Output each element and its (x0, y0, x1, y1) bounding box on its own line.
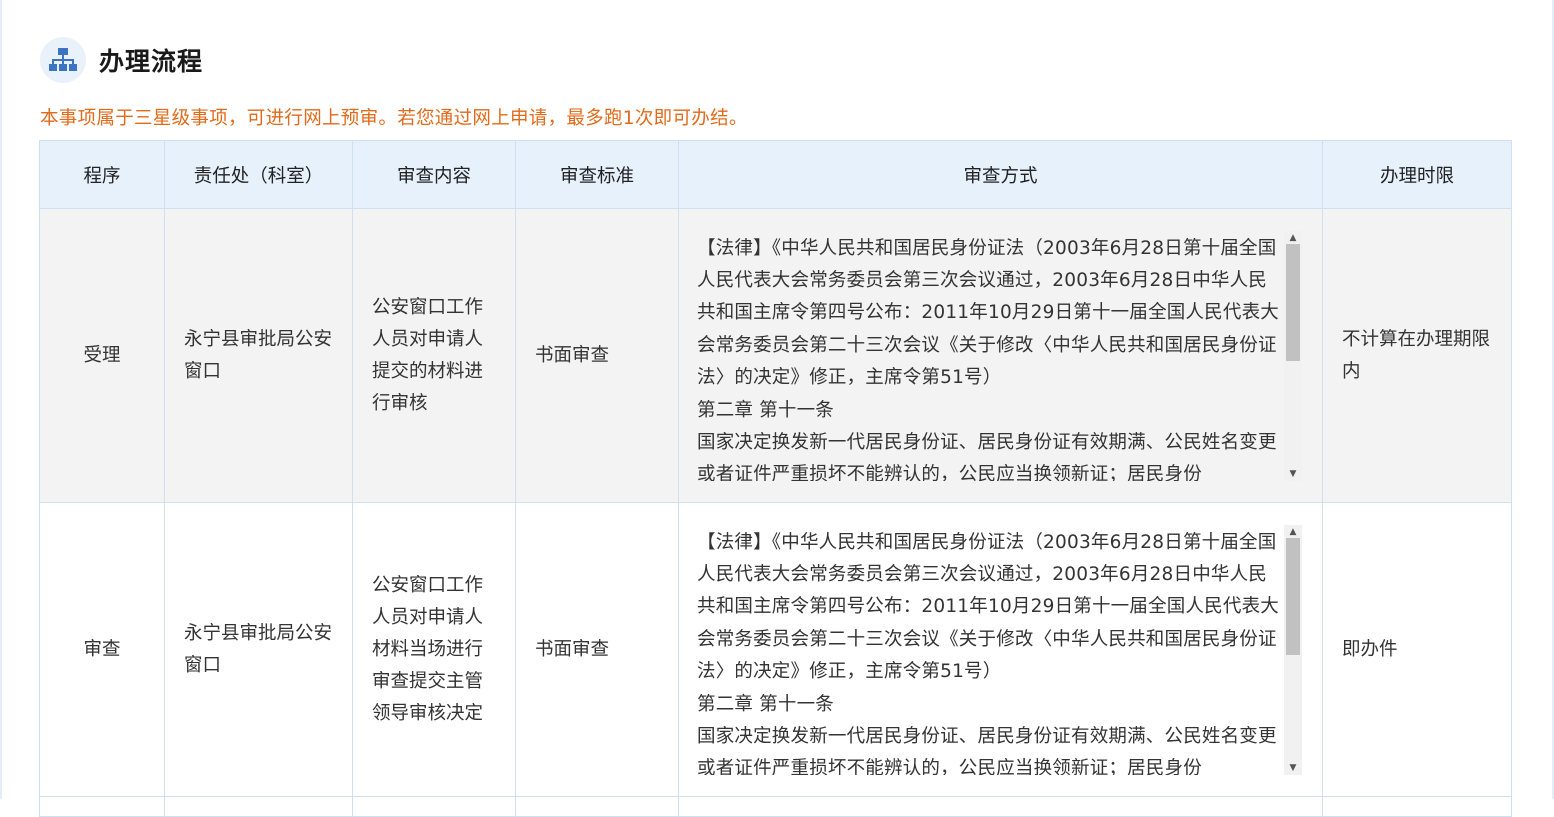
star-level-notice: 本事项属于三星级事项，可进行网上预审。若您通过网上申请，最多跑1次即可办结。 (40, 108, 748, 129)
table-row-partial (39, 796, 1512, 817)
header-content: 审查内容 (352, 140, 516, 209)
header-step: 程序 (39, 140, 165, 209)
header-standard: 审查标准 (515, 140, 679, 209)
cell-time-limit: 即办件 (1322, 502, 1512, 797)
scroll-thumb[interactable] (1286, 537, 1300, 655)
scroll-down-arrow-icon[interactable]: ▼ (1284, 467, 1302, 481)
vertical-scrollbar[interactable]: ▲ ▼ (1284, 230, 1302, 481)
table-header-row: 程序 责任处（科室） 审查内容 审查标准 审查方式 办理时限 (39, 140, 1512, 209)
scroll-up-arrow-icon[interactable]: ▲ (1284, 525, 1302, 539)
cell-department: 永宁县审批局公安窗口 (164, 208, 353, 503)
cell-department: 永宁县审批局公安窗口 (164, 502, 353, 797)
header-time-limit: 办理时限 (1322, 140, 1512, 209)
sitemap-icon (40, 37, 86, 83)
table-row: 审查 永宁县审批局公安窗口 公安窗口工作人员对申请人材料当场进行审查提交主管领导… (39, 502, 1512, 797)
method-paragraph: 第二章 第十一条 (697, 693, 834, 715)
header-method: 审查方式 (678, 140, 1323, 209)
section-header: 办理流程 (40, 36, 203, 84)
method-paragraph: 国家决定换发新一代居民身份证、居民身份证有效期满、公民姓名变更或者证件严重损坏不… (697, 725, 1277, 775)
header-department: 责任处（科室） (164, 140, 353, 209)
vertical-scrollbar[interactable]: ▲ ▼ (1284, 524, 1302, 775)
scroll-up-arrow-icon[interactable]: ▲ (1284, 231, 1302, 245)
method-paragraph: 第二章 第十一条 (697, 399, 834, 421)
cell-standard: 书面审查 (515, 502, 679, 797)
scroll-thumb[interactable] (1286, 243, 1300, 361)
cell-content: 公安窗口工作人员对申请人提交的材料进行审核 (352, 208, 516, 503)
cell-method: 【法律】《中华人民共和国居民身份证法（2003年6月28日第十届全国人民代表大会… (678, 208, 1323, 503)
method-text: 【法律】《中华人民共和国居民身份证法（2003年6月28日第十届全国人民代表大会… (697, 525, 1282, 775)
cell-time-limit: 不计算在办理期限内 (1322, 208, 1512, 503)
method-text: 【法律】《中华人民共和国居民身份证法（2003年6月28日第十届全国人民代表大会… (697, 231, 1282, 481)
method-scroll-box[interactable]: 【法律】《中华人民共和国居民身份证法（2003年6月28日第十届全国人民代表大会… (697, 230, 1302, 481)
cell-step: 审查 (39, 502, 165, 797)
method-paragraph: 【法律】《中华人民共和国居民身份证法（2003年6月28日第十届全国人民代表大会… (697, 237, 1279, 389)
table-row: 受理 永宁县审批局公安窗口 公安窗口工作人员对申请人提交的材料进行审核 书面审查… (39, 208, 1512, 503)
method-scroll-box[interactable]: 【法律】《中华人民共和国居民身份证法（2003年6月28日第十届全国人民代表大会… (697, 524, 1302, 775)
cell-step: 受理 (39, 208, 165, 503)
scroll-down-arrow-icon[interactable]: ▼ (1284, 761, 1302, 775)
method-paragraph: 国家决定换发新一代居民身份证、居民身份证有效期满、公民姓名变更或者证件严重损坏不… (697, 431, 1277, 481)
method-paragraph: 【法律】《中华人民共和国居民身份证法（2003年6月28日第十届全国人民代表大会… (697, 531, 1279, 683)
section-title: 办理流程 (99, 47, 204, 76)
cell-method: 【法律】《中华人民共和国居民身份证法（2003年6月28日第十届全国人民代表大会… (678, 502, 1323, 797)
cell-content: 公安窗口工作人员对申请人材料当场进行审查提交主管领导审核决定 (352, 502, 516, 797)
process-table: 程序 责任处（科室） 审查内容 审查标准 审查方式 办理时限 受理 永宁县审批局… (39, 140, 1512, 817)
cell-standard: 书面审查 (515, 208, 679, 503)
